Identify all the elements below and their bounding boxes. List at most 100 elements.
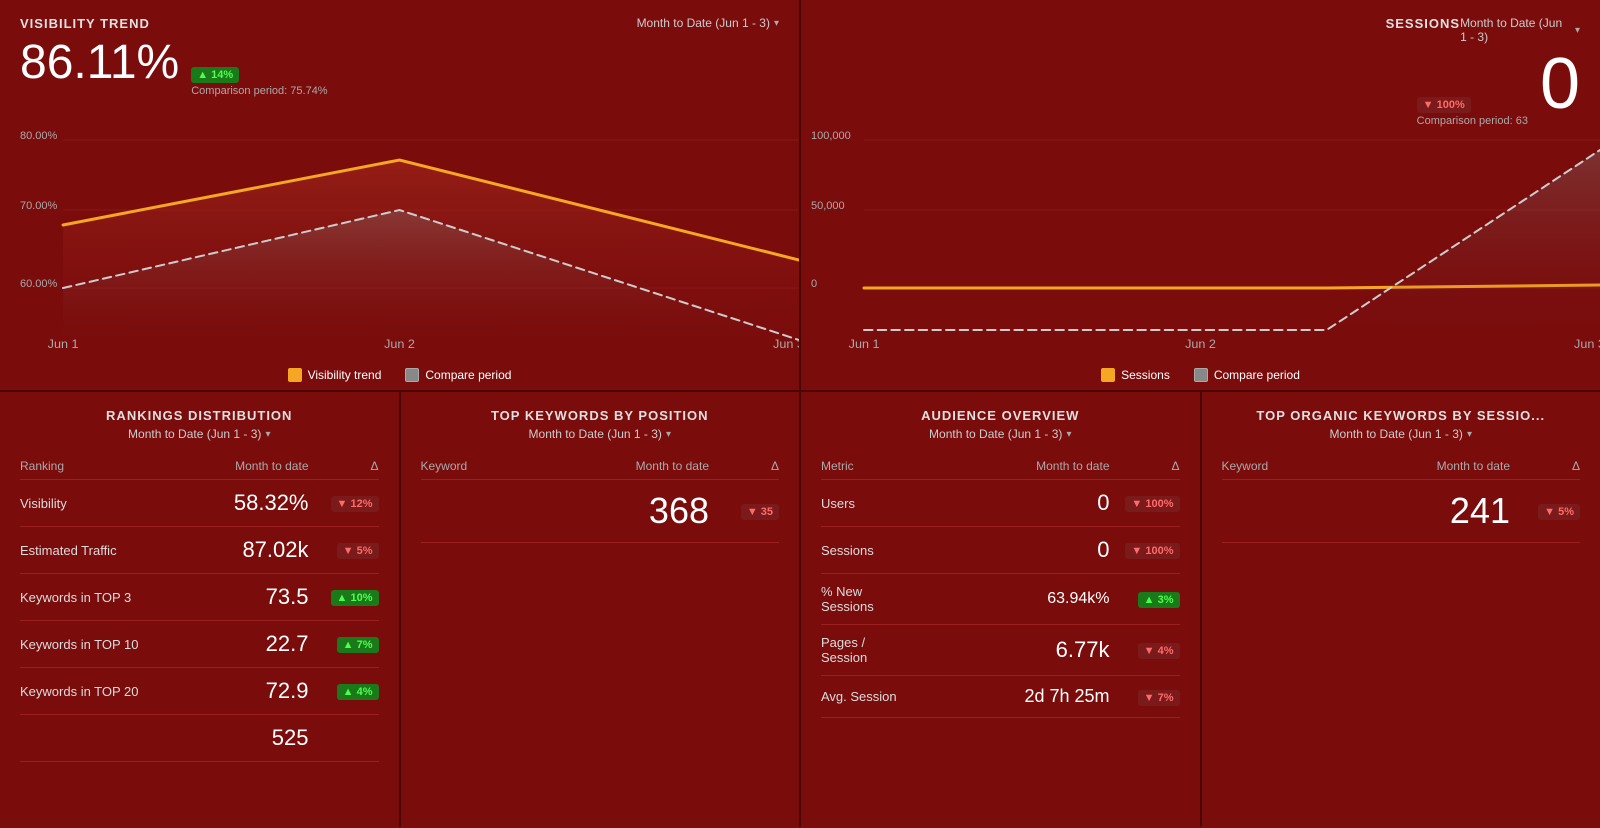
audience-period-selector[interactable]: Month to Date (Jun 1 - 3) ▾	[821, 427, 1180, 441]
table-row: Visibility 58.32% ▼ 12%	[20, 480, 379, 527]
rankings-panel: RANKINGS DISTRIBUTION Month to Date (Jun…	[0, 392, 399, 828]
sessions-period-selector[interactable]: Month to Date (Jun 1 - 3) ▾	[1460, 16, 1580, 44]
aud-col-delta: Δ	[1120, 459, 1180, 473]
col-mtd: Month to date	[199, 459, 319, 473]
top-keywords-arrow: ▾	[666, 429, 671, 440]
aud-delta-4: ▼ 7%	[1120, 688, 1180, 706]
s-y-label-0: 0	[811, 278, 817, 290]
visibility-period-selector[interactable]: Month to Date (Jun 1 - 3) ▾	[637, 16, 779, 30]
col-keyword: Keyword	[421, 459, 600, 473]
row-delta-2: ▲ 10%	[319, 588, 379, 606]
audience-table-header: Metric Month to date Δ	[821, 451, 1180, 480]
visibility-legend: Visibility trend Compare period	[0, 368, 799, 382]
aud-label-0: Users	[821, 496, 1000, 511]
aud-col-mtd: Month to date	[1000, 459, 1120, 473]
audience-period-arrow: ▾	[1066, 429, 1071, 440]
top-organic-period-label: Month to Date (Jun 1 - 3)	[1330, 427, 1463, 441]
svg-text:Jun 1: Jun 1	[48, 337, 79, 350]
rankings-title: RANKINGS DISTRIBUTION	[20, 408, 379, 423]
top-keywords-period[interactable]: Month to Date (Jun 1 - 3) ▾	[421, 427, 780, 441]
svg-text:Jun 2: Jun 2	[384, 337, 415, 350]
visibility-value: 86.11%	[20, 39, 179, 87]
sessions-chart-container: 100,000 50,000 0 Jun 1	[801, 130, 1600, 350]
top-organic-header-row: Keyword Month to date Δ	[1222, 451, 1581, 480]
legend-sessions-compare-box	[1194, 368, 1208, 382]
rankings-table: Ranking Month to date Δ Visibility 58.32…	[20, 451, 379, 762]
row-label-1: Estimated Traffic	[20, 543, 199, 558]
visibility-period-label: Month to Date (Jun 1 - 3)	[637, 16, 770, 30]
keyword-row-delta: ▼ 35	[719, 502, 779, 520]
legend-sessions-compare: Compare period	[1194, 368, 1300, 382]
legend-sessions: Sessions	[1101, 368, 1170, 382]
s-y-label-100k: 100,000	[811, 130, 851, 142]
top-keywords-panel: TOP KEYWORDS BY POSITION Month to Date (…	[401, 392, 800, 828]
table-row: Keywords in TOP 20 72.9 ▲ 4%	[20, 668, 379, 715]
visibility-header: VISIBILITY TREND Month to Date (Jun 1 - …	[20, 16, 779, 31]
top-keywords-header: TOP KEYWORDS BY POSITION Month to Date (…	[421, 408, 780, 441]
row-label-2: Keywords in TOP 3	[20, 590, 199, 605]
legend-visibility-label: Visibility trend	[308, 368, 382, 382]
row-label-3: Keywords in TOP 10	[20, 637, 199, 652]
row-value-3: 22.7	[199, 631, 319, 657]
rankings-table-header: Ranking Month to date Δ	[20, 451, 379, 480]
legend-visibility-box	[288, 368, 302, 382]
legend-visibility: Visibility trend	[288, 368, 382, 382]
sessions-comparison: Comparison period: 63	[1417, 115, 1528, 127]
col-keyword-delta: Δ	[719, 459, 779, 473]
top-organic-table: Keyword Month to date Δ 241 ▼ 5%	[1222, 451, 1581, 543]
aud-label-1: Sessions	[821, 543, 1000, 558]
legend-sessions-box	[1101, 368, 1115, 382]
top-keywords-title: TOP KEYWORDS BY POSITION	[421, 408, 780, 423]
sessions-panel: SESSIONS Month to Date (Jun 1 - 3) ▾ ▼ 1…	[801, 0, 1600, 390]
org-col-delta: Δ	[1520, 459, 1580, 473]
aud-label-2: % NewSessions	[821, 584, 1000, 614]
table-row: 525	[20, 715, 379, 762]
col-keyword-mtd: Month to date	[599, 459, 719, 473]
table-row: Users 0 ▼ 100%	[821, 480, 1180, 527]
table-row: Keywords in TOP 3 73.5 ▲ 10%	[20, 574, 379, 621]
row-delta-0: ▼ 12%	[319, 494, 379, 512]
top-keywords-header-row: Keyword Month to date Δ	[421, 451, 780, 480]
aud-delta-3: ▼ 4%	[1120, 641, 1180, 659]
top-organic-period-selector[interactable]: Month to Date (Jun 1 - 3) ▾	[1222, 427, 1581, 441]
table-row: Avg. Session 2d 7h 25m ▼ 7%	[821, 676, 1180, 718]
audience-title: AUDIENCE OVERVIEW	[821, 408, 1180, 423]
aud-delta-0: ▼ 100%	[1120, 494, 1180, 512]
row-value-4: 72.9	[199, 678, 319, 704]
top-organic-panel: TOP ORGANIC KEYWORDS BY SESSIO... Month …	[1202, 392, 1600, 828]
table-row: Estimated Traffic 87.02k ▼ 5%	[20, 527, 379, 574]
rankings-period-selector[interactable]: Month to Date (Jun 1 - 3) ▾	[20, 427, 379, 441]
aud-value-0: 0	[1000, 490, 1120, 516]
org-row-value: 241	[1400, 490, 1520, 532]
rankings-period-label: Month to Date (Jun 1 - 3)	[128, 427, 261, 441]
sessions-title: SESSIONS	[821, 16, 1460, 31]
top-keywords-table: Keyword Month to date Δ 368 ▼ 35	[421, 451, 780, 543]
aud-value-4: 2d 7h 25m	[1000, 686, 1120, 707]
table-row: 241 ▼ 5%	[1222, 480, 1581, 543]
row-value-5: 525	[199, 725, 319, 751]
audience-period-label: Month to Date (Jun 1 - 3)	[929, 427, 1062, 441]
svg-text:Jun 3: Jun 3	[773, 337, 799, 350]
svg-text:Jun 1: Jun 1	[849, 337, 880, 350]
org-row-delta: ▼ 5%	[1520, 502, 1580, 520]
keyword-delta-badge: ▼ 35	[741, 504, 779, 520]
col-delta: Δ	[319, 459, 379, 473]
visibility-chart-container: 80.00% 70.00% 60.00%	[0, 130, 799, 350]
table-row: Sessions 0 ▼ 100%	[821, 527, 1180, 574]
top-organic-header: TOP ORGANIC KEYWORDS BY SESSIO... Month …	[1222, 408, 1581, 441]
visibility-title: VISIBILITY TREND	[20, 16, 150, 31]
rankings-header: RANKINGS DISTRIBUTION Month to Date (Jun…	[20, 408, 379, 441]
col-ranking: Ranking	[20, 459, 199, 473]
legend-compare-label: Compare period	[425, 368, 511, 382]
aud-delta-1: ▼ 100%	[1120, 541, 1180, 559]
audience-table: Metric Month to date Δ Users 0 ▼ 100% Se…	[821, 451, 1180, 718]
row-label-4: Keywords in TOP 20	[20, 684, 199, 699]
aud-label-3: Pages /Session	[821, 635, 1000, 665]
aud-delta-2: ▲ 3%	[1120, 590, 1180, 608]
sessions-legend: Sessions Compare period	[801, 368, 1600, 382]
row-value-1: 87.02k	[199, 537, 319, 563]
row-value-2: 73.5	[199, 584, 319, 610]
visibility-comparison: Comparison period: 75.74%	[191, 85, 327, 97]
org-delta-badge: ▼ 5%	[1538, 504, 1580, 520]
y-label-60: 60.00%	[20, 278, 57, 290]
